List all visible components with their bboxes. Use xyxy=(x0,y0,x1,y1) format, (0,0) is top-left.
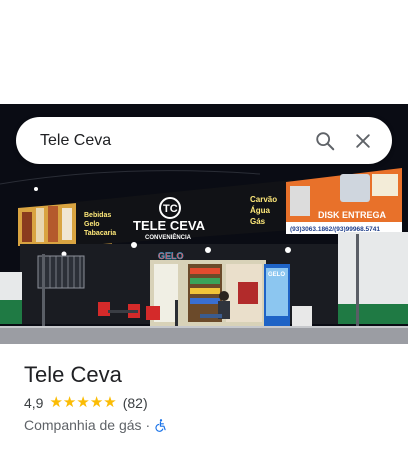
star-icon: ★ xyxy=(89,394,104,411)
clear-search-button[interactable] xyxy=(344,122,382,160)
place-info: Tele Ceva 4,9 ★ ★ ★ ★ ★ (82) Companhia d… xyxy=(24,360,392,433)
neon-sign: GELO xyxy=(158,251,184,261)
star-rating: ★ ★ ★ ★ ★ xyxy=(49,395,116,411)
close-icon xyxy=(356,133,370,148)
brand-main: TELE CEVA xyxy=(133,218,206,233)
cooler-label: GELO xyxy=(268,272,285,278)
star-icon: ★ xyxy=(76,394,90,411)
star-icon: ★ xyxy=(62,394,77,411)
sign-item-bebidas: Bebidas xyxy=(84,212,111,219)
search-button[interactable] xyxy=(306,122,344,160)
place-category: Companhia de gás xyxy=(24,417,142,433)
star-icon: ★ xyxy=(49,394,63,411)
search-icon xyxy=(316,131,335,150)
place-title[interactable]: Tele Ceva xyxy=(24,360,392,390)
search-bar[interactable]: Tele Ceva xyxy=(16,117,392,164)
brand-logo: TC xyxy=(163,203,178,215)
rating-row[interactable]: 4,9 ★ ★ ★ ★ ★ (82) xyxy=(24,395,392,412)
wheelchair-accessible-icon xyxy=(154,418,168,432)
separator-dot: · xyxy=(145,417,151,433)
search-input[interactable]: Tele Ceva xyxy=(40,132,306,150)
sign-item-agua: Água xyxy=(250,206,271,215)
phone-numbers: (93)3063.1862/(93)99968.5741 xyxy=(290,226,380,233)
review-count[interactable]: (82) xyxy=(123,395,148,411)
sign-item-gas: Gás xyxy=(250,217,266,226)
rating-value: 4,9 xyxy=(24,395,44,411)
sign-item-carvao: Carvão xyxy=(250,195,277,204)
sign-item-tabacaria: Tabacaria xyxy=(84,230,116,237)
sign-item-gelo: Gelo xyxy=(84,221,100,228)
star-icon: ★ xyxy=(103,394,117,411)
brand-sub: CONVENIÊNCIA xyxy=(145,233,192,241)
category-row: Companhia de gás · xyxy=(24,417,392,433)
promo-banner-text: DISK ENTREGA xyxy=(318,210,387,220)
